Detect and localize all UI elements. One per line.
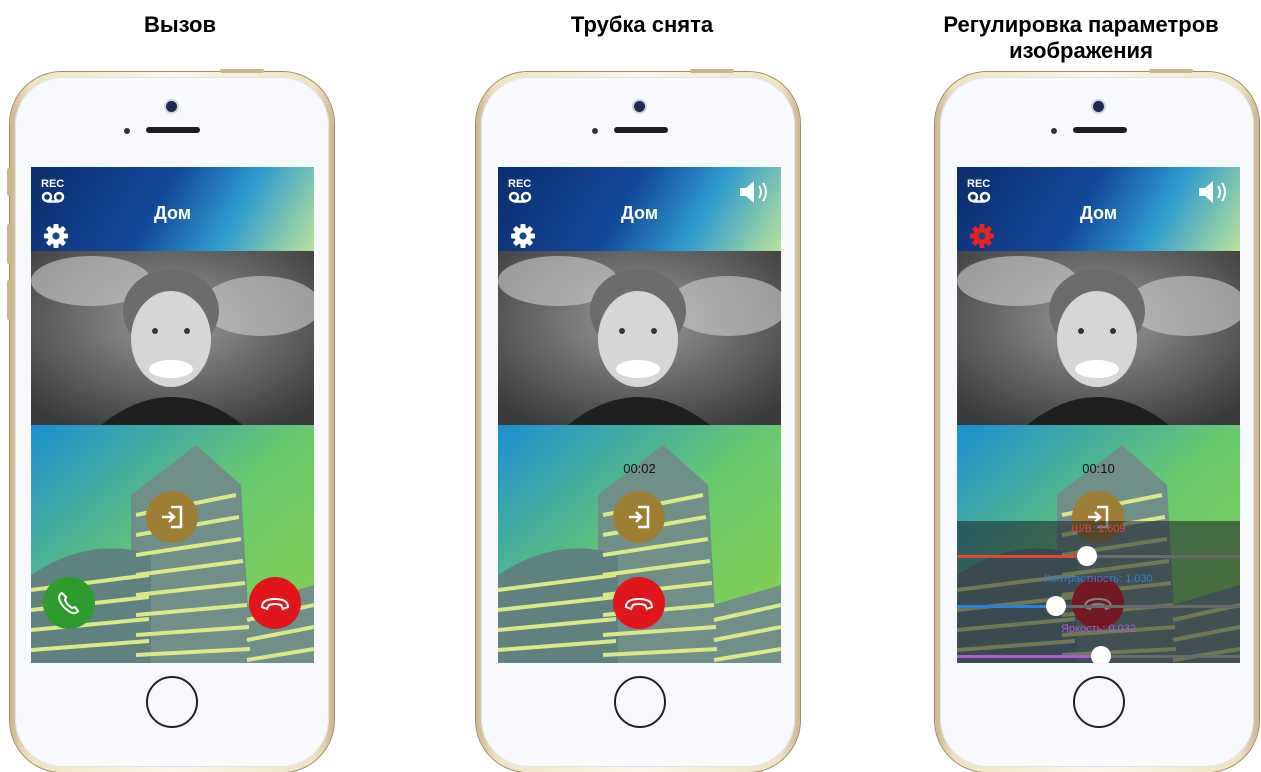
home-button[interactable] [614, 676, 666, 728]
home-button[interactable] [146, 676, 198, 728]
app-header: REC Дом [498, 167, 781, 251]
image-settings-panel: Ш/В: 1.609 Контрастность: 1.030 Яркость:… [957, 521, 1240, 663]
decline-call-button[interactable] [249, 577, 301, 629]
brightness-slider-thumb[interactable] [1091, 646, 1111, 663]
volume-button [7, 168, 11, 196]
gear-icon[interactable] [43, 223, 69, 249]
power-button [220, 69, 264, 73]
app-header: REC Дом [31, 167, 314, 251]
video-feed [31, 251, 314, 425]
contrast-slider-fill [957, 605, 1056, 608]
bw-slider-thumb[interactable] [1077, 546, 1097, 566]
rec-button[interactable]: REC [967, 179, 999, 203]
panel-image-settings: Регулировка параметров изображения REC Д… [901, 0, 1261, 772]
power-button [1149, 69, 1193, 73]
rec-label: REC [967, 178, 991, 190]
proximity-sensor [592, 128, 598, 134]
call-timer: 00:02 [623, 461, 656, 476]
panel-caption: Регулировка параметров изображения [943, 12, 1219, 63]
rec-button[interactable]: REC [508, 179, 540, 203]
brightness-slider[interactable] [957, 646, 1240, 663]
earpiece-speaker [146, 127, 200, 133]
visitor-image [31, 251, 314, 425]
bw-label: Ш/В: 1.609 [1071, 523, 1126, 535]
recording-icon [967, 191, 991, 203]
door-name: Дом [153, 203, 192, 223]
call-panel [31, 425, 314, 663]
phone-accept-icon [57, 591, 80, 615]
speaker-volume-icon[interactable] [737, 177, 771, 207]
recording-icon [508, 191, 532, 203]
proximity-sensor [1051, 128, 1057, 134]
door-open-button[interactable] [613, 491, 665, 543]
volume-button [7, 224, 11, 264]
panel-call: Вызов REC Дом [0, 0, 360, 772]
bw-slider-fill [957, 555, 1087, 558]
panel-answered: Трубка снята REC Дом 00:02 [462, 0, 822, 772]
door-open-button[interactable] [146, 491, 198, 543]
contrast-slider[interactable] [957, 596, 1240, 616]
speaker-volume-icon[interactable] [1196, 177, 1230, 207]
call-panel: 00:02 [498, 425, 781, 663]
proximity-sensor [124, 128, 130, 134]
call-timer: 00:10 [1082, 461, 1115, 476]
call-panel: 00:10 Ш/В: 1.609 Контрастность: 1.030 Яр… [957, 425, 1240, 663]
recording-icon [41, 191, 65, 203]
earpiece-speaker [1073, 127, 1127, 133]
visitor-image [498, 251, 781, 425]
app-screen: REC Дом [31, 167, 314, 663]
gear-icon[interactable] [510, 223, 536, 249]
home-button[interactable] [1073, 676, 1125, 728]
volume-button [7, 280, 11, 320]
door-open-icon [162, 505, 183, 529]
door-open-icon [629, 505, 650, 529]
front-camera [634, 101, 645, 112]
gear-icon[interactable] [969, 223, 995, 249]
rec-label: REC [508, 178, 532, 190]
video-feed [498, 251, 781, 425]
app-screen: REC Дом [957, 167, 1240, 663]
visitor-image [957, 251, 1240, 425]
accept-call-button[interactable] [43, 577, 95, 629]
earpiece-speaker [614, 127, 668, 133]
bw-slider[interactable] [957, 546, 1240, 566]
contrast-label: Контрастность: 1.030 [1044, 573, 1153, 585]
rec-label: REC [41, 178, 65, 190]
panel-caption: Трубка снята [570, 12, 714, 37]
panel-caption: Вызов [143, 12, 217, 37]
app-screen: REC Дом [498, 167, 781, 663]
video-feed [957, 251, 1240, 425]
contrast-slider-thumb[interactable] [1046, 596, 1066, 616]
brightness-slider-fill [957, 655, 1101, 658]
brightness-label: Яркость: 0.032 [1060, 623, 1137, 635]
rec-button[interactable]: REC [41, 179, 73, 203]
front-camera [166, 101, 177, 112]
phone-hangup-icon [260, 597, 290, 611]
front-camera [1093, 101, 1104, 112]
power-button [690, 69, 734, 73]
app-header: REC Дом [957, 167, 1240, 251]
phone-hangup-icon [624, 597, 654, 611]
decline-call-button[interactable] [613, 577, 665, 629]
